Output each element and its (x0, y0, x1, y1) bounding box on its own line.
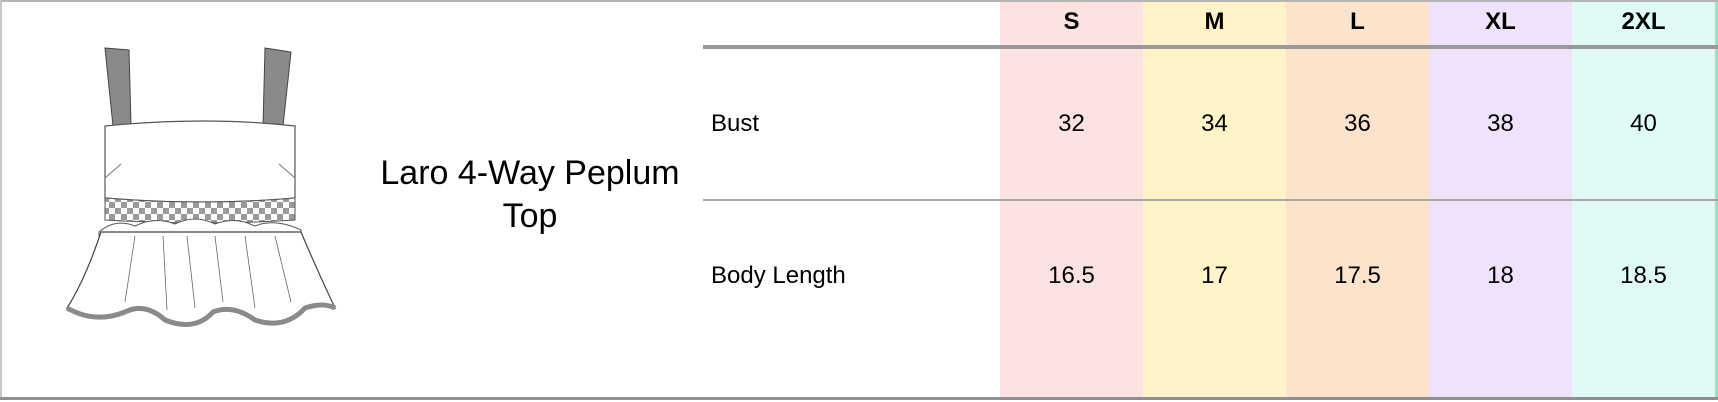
bust-l-cell: 36 (1344, 110, 1371, 137)
header-divider (703, 45, 1718, 49)
product-title: Laro 4-Way Peplum Top (380, 154, 680, 235)
bust-xl-cell: 38 (1487, 110, 1514, 137)
row-label-body-length: Body Length (711, 262, 846, 289)
size-header-s: S (1063, 8, 1080, 35)
frame-left-border (0, 0, 2, 400)
bust-m-cell: 34 (1201, 110, 1228, 137)
peplum-top-drawing-icon (65, 47, 337, 327)
bust-2xl-cell: 40 (1630, 110, 1657, 137)
size-header-2xl: 2XL (1621, 8, 1666, 35)
body-length-xl-cell: 18 (1487, 262, 1514, 289)
body-length-l-cell: 17.5 (1334, 262, 1381, 289)
body-length-2xl-cell: 18.5 (1620, 262, 1667, 289)
size-header-m: M (1204, 8, 1225, 35)
row-label-bust: Bust (711, 110, 760, 137)
frame-bottom-border (0, 397, 1718, 400)
row-divider (703, 199, 1718, 201)
bust-s-cell: 32 (1058, 110, 1085, 137)
size-header-l: L (1350, 8, 1365, 35)
body-length-s-cell: 16.5 (1048, 262, 1095, 289)
size-header-xl: XL (1485, 8, 1516, 35)
body-length-m-cell: 17 (1201, 262, 1228, 289)
